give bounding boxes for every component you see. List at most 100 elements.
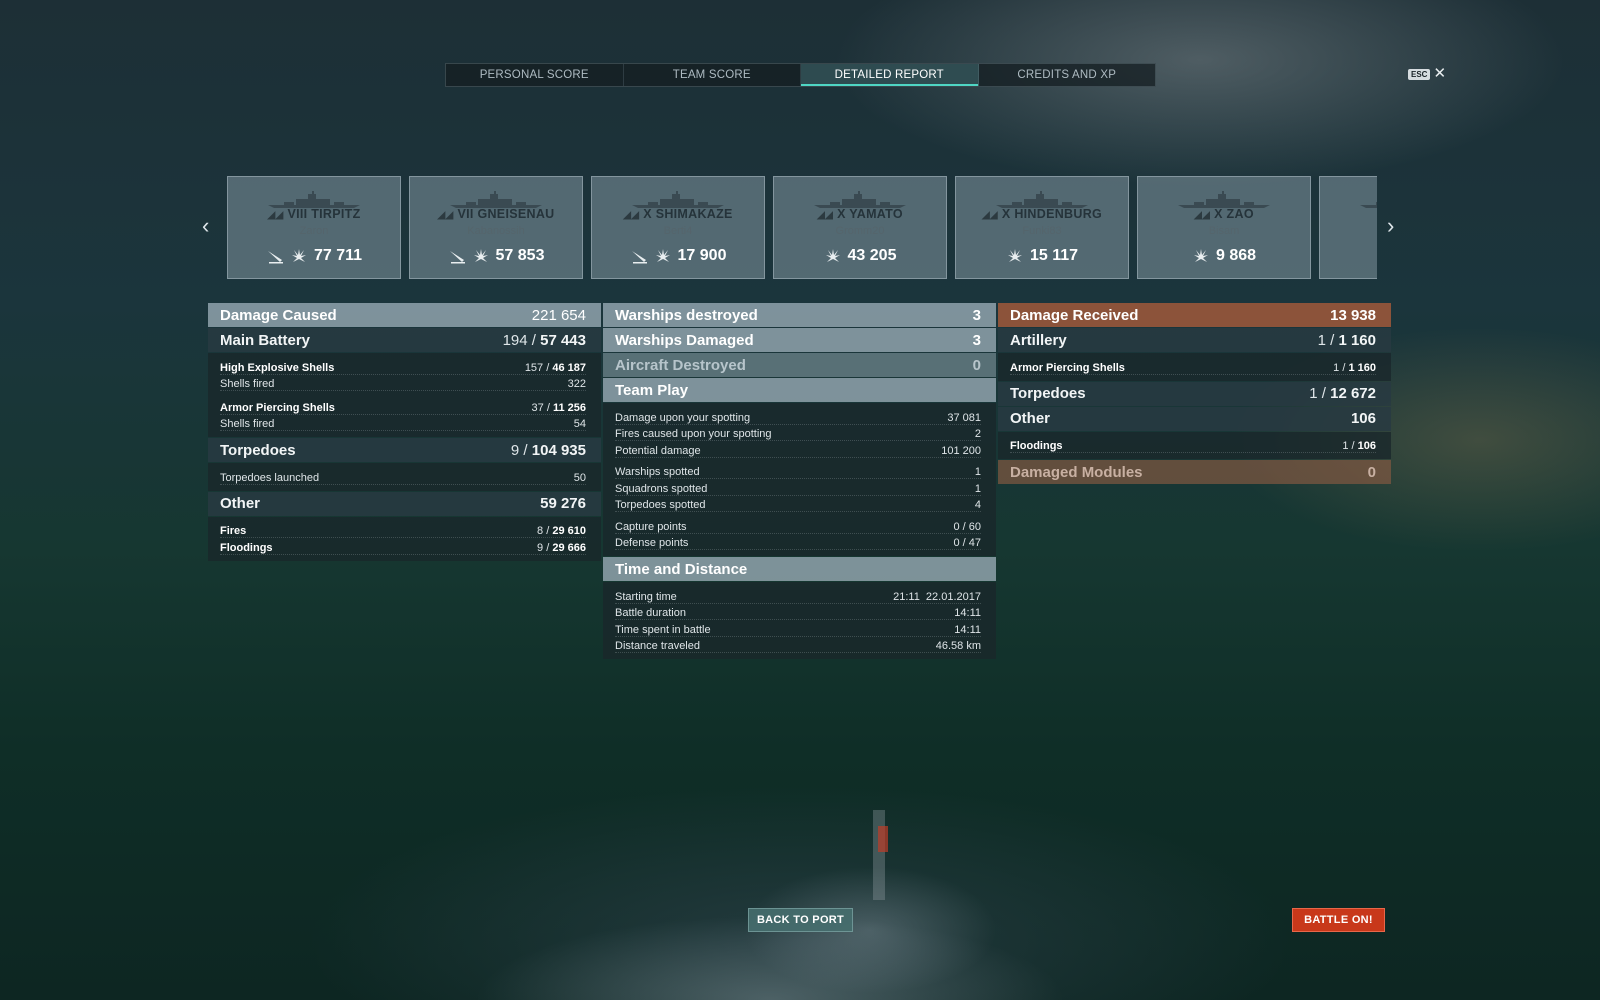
he-shells-row: High Explosive Shells 157 / 46 187 [220,358,586,375]
ship-name: ◢◢ VII GNEISENAU [437,207,555,221]
player-name: Bisam [1208,225,1240,237]
damage-caused-panel: Damage Caused 221 654 Main Battery 194 /… [208,303,601,562]
received-floodings-row: Floodings 1 / 106 [1010,437,1376,453]
close-button[interactable]: ESC ✕ [1408,65,1447,82]
time-distance-row: Time spent in battle 14:11 [615,620,981,637]
ship-name: ◢◢ X ZAO [1194,207,1254,221]
ship-card[interactable]: ◢◢ X HINDENBURG Funki83 15 117 [955,176,1129,279]
other-title: Other [220,495,261,512]
report-tabs: PERSONAL SCORE TEAM SCORE DETAILED REPOR… [445,63,1156,87]
ship-score: 9 868 [1215,247,1257,264]
team-play-details: Damage upon your spotting 37 081 Fires ca… [603,403,996,556]
ship-card[interactable]: ◢◢ X ZAO Bisam 9 868 [1137,176,1311,279]
ship-score-row: 9 868 [1138,247,1310,265]
team-play-row: Defense points 0 / 47 [615,534,981,550]
ship-card[interactable]: ◢◢ VII GNEISENAU Kabanossih 57 853 [409,176,583,279]
damage-ribbon-icon [1192,247,1210,265]
artillery-details: Armor Piercing Shells 1 / 1 160 [998,353,1391,381]
ship-score: 57 853 [495,247,545,264]
ship-score-row: 17 900 [592,247,764,265]
tab-team-score[interactable]: TEAM SCORE [624,64,801,86]
ship-card[interactable]: ◢◢ X YAMATO Gromm20 43 205 [773,176,947,279]
ship-class-icon: ◢◢ [623,210,640,221]
ship-card[interactable]: ◢◢ X SHIMAKAZE Berti4 17 900 [591,176,765,279]
other-value: 59 276 [540,495,586,512]
tab-credits-and-xp[interactable]: CREDITS AND XP [979,64,1156,86]
time-distance-row: Starting time 21:11 22.01.2017 [615,587,981,604]
damage-received-panel: Damage Received 13 938 Artillery 1 / 1 1… [998,303,1391,485]
other-details: Fires 8 / 29 610 Floodings 9 / 29 666 [208,516,601,561]
received-torpedoes-header: Torpedoes 1 / 12 672 [998,381,1391,406]
ship-score: 43 205 [847,247,897,264]
team-play-header: Team Play [603,378,996,402]
ship-score-row: 15 117 [956,247,1128,265]
received-other-details: Floodings 1 / 106 [998,431,1391,459]
player-name: A [1320,225,1377,237]
team-play-row: Squadrons spotted 1 [615,479,981,496]
fires-row: Fires 8 / 29 610 [220,522,586,538]
ship-name: ◢◢ X HINDENBURG [981,207,1103,221]
back-to-port-button[interactable]: BACK TO PORT [748,908,853,932]
ship-name: ◢◢ X YAMATO [817,207,903,221]
damage-caused-header: Damage Caused 221 654 [208,303,601,327]
team-play-row: Warships spotted 1 [615,463,981,479]
esc-key-hint: ESC [1408,68,1431,80]
damage-ribbon-icon [290,247,308,265]
he-shells-fired-row: Shells fired 322 [220,375,586,391]
ship-card[interactable]: ◢◢ VIII TIRPITZ Zaron 77 711 [227,176,401,279]
battle-on-button[interactable]: BATTLE ON! [1292,908,1385,932]
background-mast [873,810,885,900]
player-name: Berti4 [663,225,693,237]
damage-caused-value: 221 654 [531,306,586,324]
ship-score-row: 57 853 [410,247,582,265]
player-name: Kabanossih [467,225,525,237]
aircraft-destroyed-header: Aircraft Destroyed 0 [603,353,996,377]
time-distance-row: Battle duration 14:11 [615,604,981,620]
other-header: Other 59 276 [208,491,601,516]
background-ship [350,800,1190,1000]
battle-summary-panel: Warships destroyed 3 Warships Damaged 3 … [603,303,996,660]
ship-card[interactable]: ◢◢VI A [1319,176,1377,279]
ship-class-icon: ◢◢ [817,210,834,221]
ship-name: ◢◢VI [1320,207,1377,221]
damage-ribbon-icon [1006,247,1024,265]
damage-ribbon-icon [824,247,842,265]
player-name: Funki83 [1022,225,1062,237]
ap-shells-row: Armor Piercing Shells 37 / 11 256 [220,398,586,415]
ship-score-row: 43 205 [774,247,946,265]
main-battery-value: 194 / 57 443 [502,331,586,349]
player-name: Gromm20 [835,225,885,237]
damage-caused-title: Damage Caused [220,306,337,324]
torpedoes-header: Torpedoes 9 / 104 935 [208,438,601,462]
torpedo-ribbon-icon [448,247,466,265]
warships-destroyed-header: Warships destroyed 3 [603,303,996,327]
team-play-row: Capture points 0 / 60 [615,517,981,534]
damaged-modules-header: Damaged Modules 0 [998,460,1391,484]
carousel-prev-arrow-icon[interactable]: ‹ [202,215,209,237]
received-other-header: Other 106 [998,406,1391,431]
torpedoes-title: Torpedoes [220,441,296,459]
background-flag [878,826,888,852]
damage-received-header: Damage Received 13 938 [998,303,1391,327]
team-play-row: Damage upon your spotting 37 081 [615,408,981,425]
warships-damaged-header: Warships Damaged 3 [603,328,996,352]
torpedoes-details: Torpedoes launched 50 [208,463,601,491]
player-name: Zaron [299,225,329,237]
tab-personal-score[interactable]: PERSONAL SCORE [446,64,624,86]
ship-score: 17 900 [677,247,727,264]
ship-name: ◢◢ X SHIMAKAZE [623,207,733,221]
ap-shells-fired-row: Shells fired 54 [220,415,586,431]
torpedoes-value: 9 / 104 935 [510,441,586,459]
team-play-row: Fires caused upon your spotting 2 [615,425,981,441]
ship-score: 15 117 [1029,247,1079,264]
ship-class-icon: ◢◢ [1194,210,1211,221]
received-ap-shells-row: Armor Piercing Shells 1 / 1 160 [1010,358,1376,375]
close-icon: ✕ [1433,65,1447,82]
carousel-next-arrow-icon[interactable]: › [1387,215,1394,237]
ship-class-icon: ◢◢ [267,210,284,221]
torpedo-ribbon-icon [266,247,284,265]
tab-detailed-report[interactable]: DETAILED REPORT [801,64,979,86]
torpedo-ribbon-icon [630,247,648,265]
main-battery-header: Main Battery 194 / 57 443 [208,328,601,352]
team-play-row: Potential damage 101 200 [615,441,981,458]
